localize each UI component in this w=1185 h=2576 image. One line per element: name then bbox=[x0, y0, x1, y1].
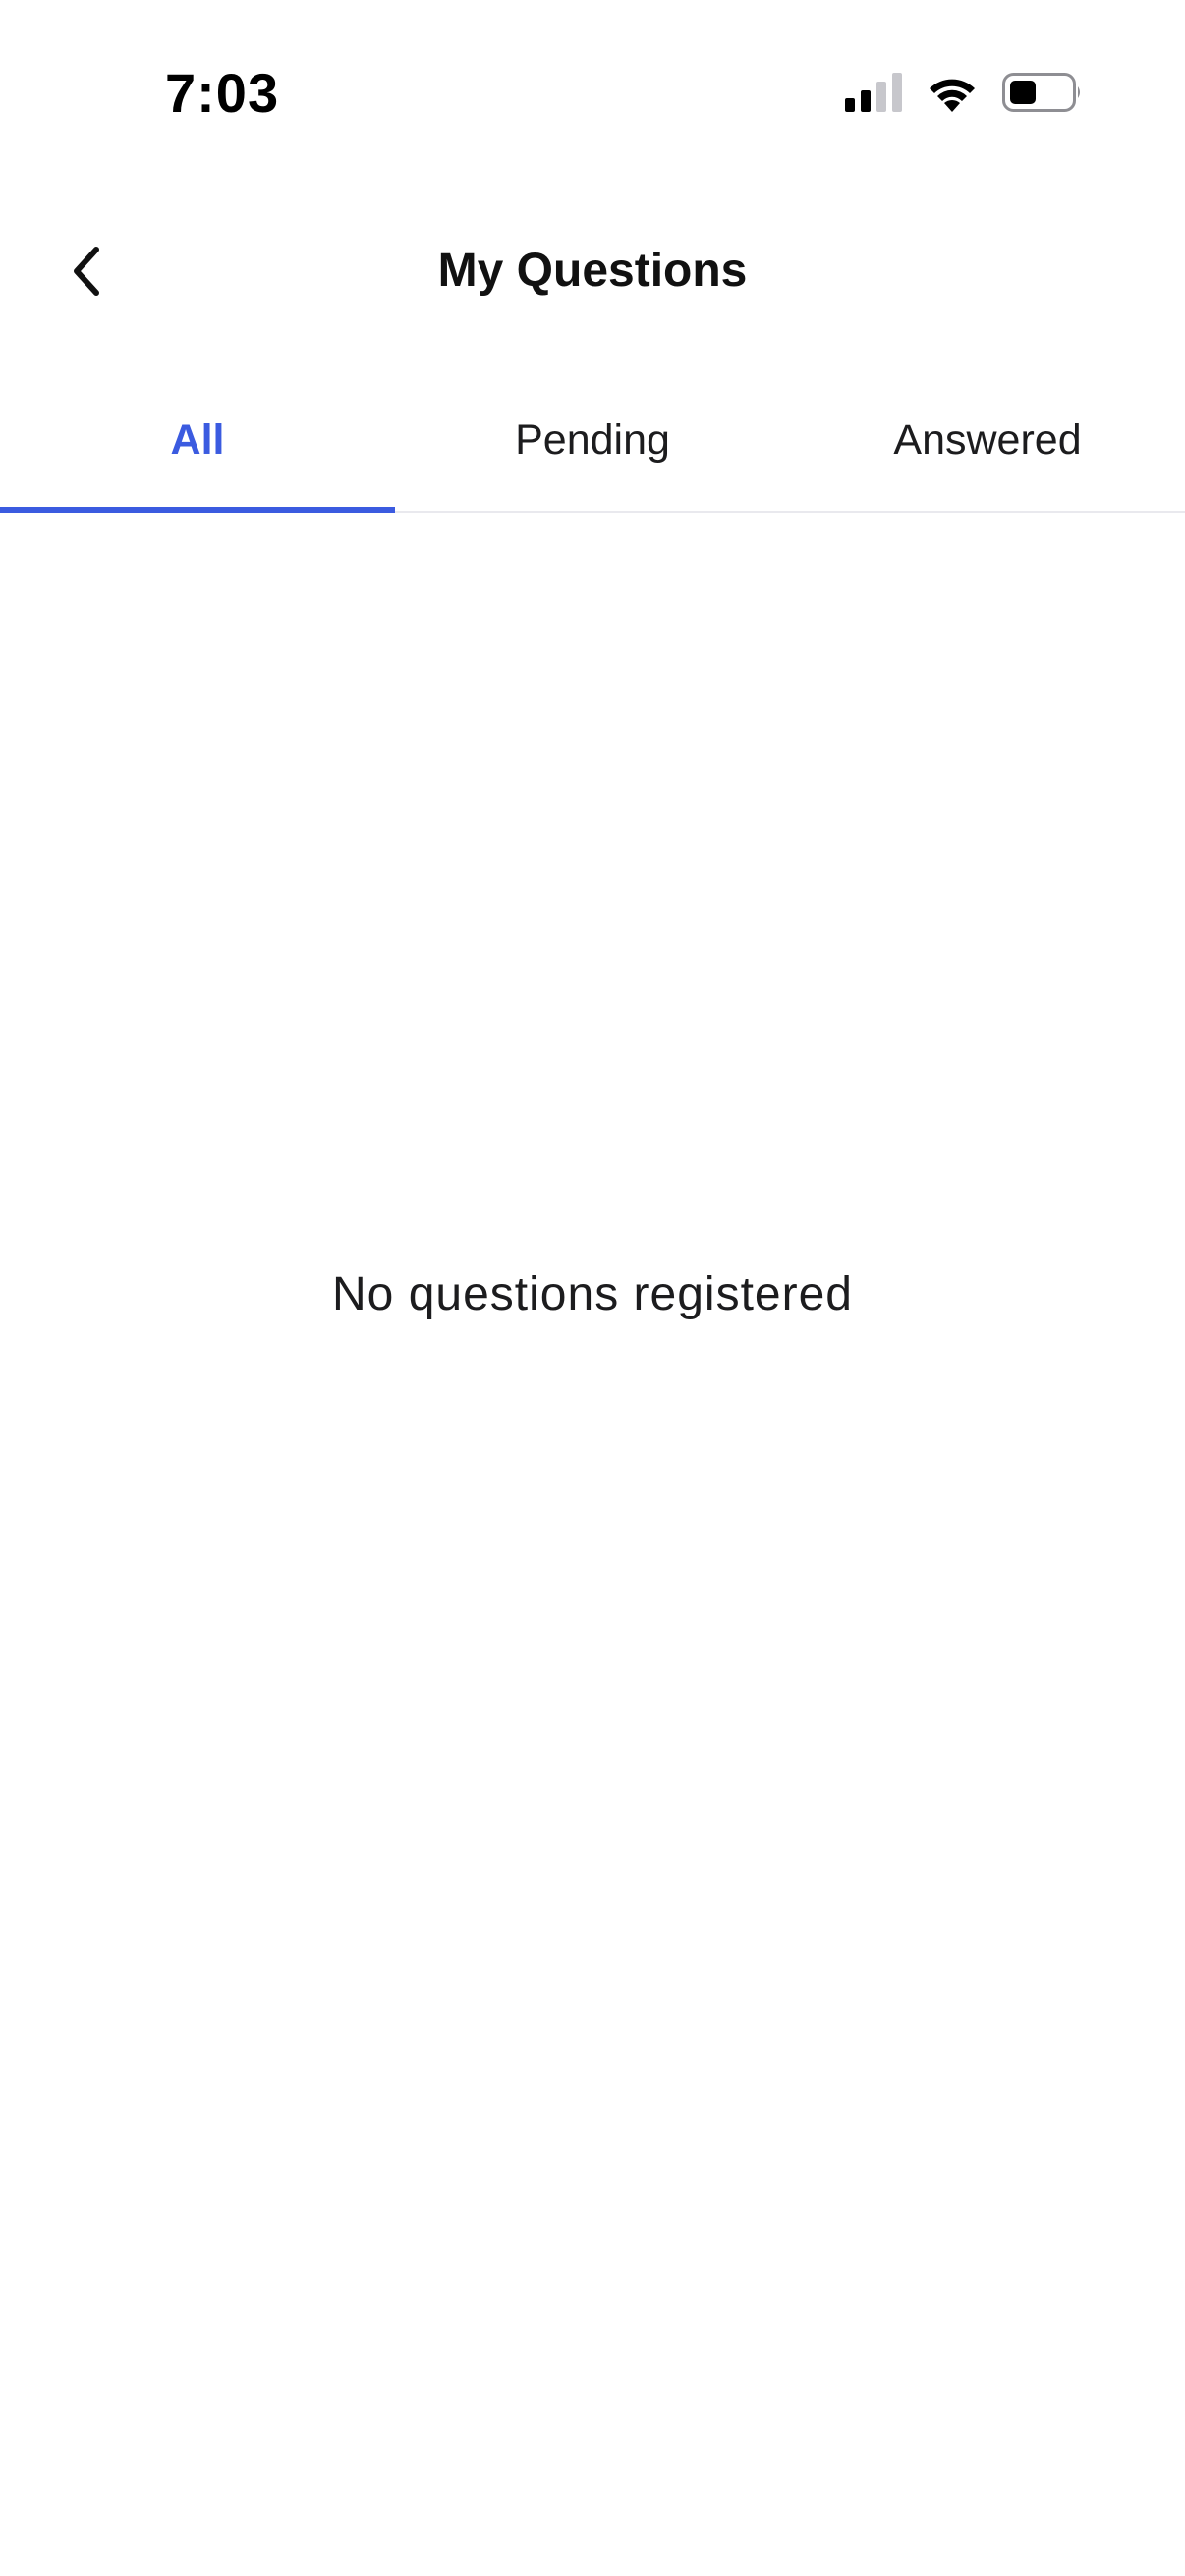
tab-answered[interactable]: Answered bbox=[790, 379, 1185, 511]
tab-bar: All Pending Answered bbox=[0, 379, 1185, 513]
signal-icon bbox=[845, 73, 902, 112]
tab-pending[interactable]: Pending bbox=[395, 379, 790, 511]
nav-header: My Questions bbox=[0, 216, 1185, 324]
tab-all[interactable]: All bbox=[0, 379, 395, 513]
status-time: 7:03 bbox=[165, 62, 280, 124]
empty-state-message: No questions registered bbox=[332, 1268, 853, 1320]
wifi-icon bbox=[930, 79, 975, 112]
battery-icon bbox=[1002, 73, 1080, 112]
status-icons bbox=[845, 73, 1083, 112]
page-title: My Questions bbox=[437, 245, 748, 297]
status-bar: 7:03 bbox=[0, 0, 1185, 187]
